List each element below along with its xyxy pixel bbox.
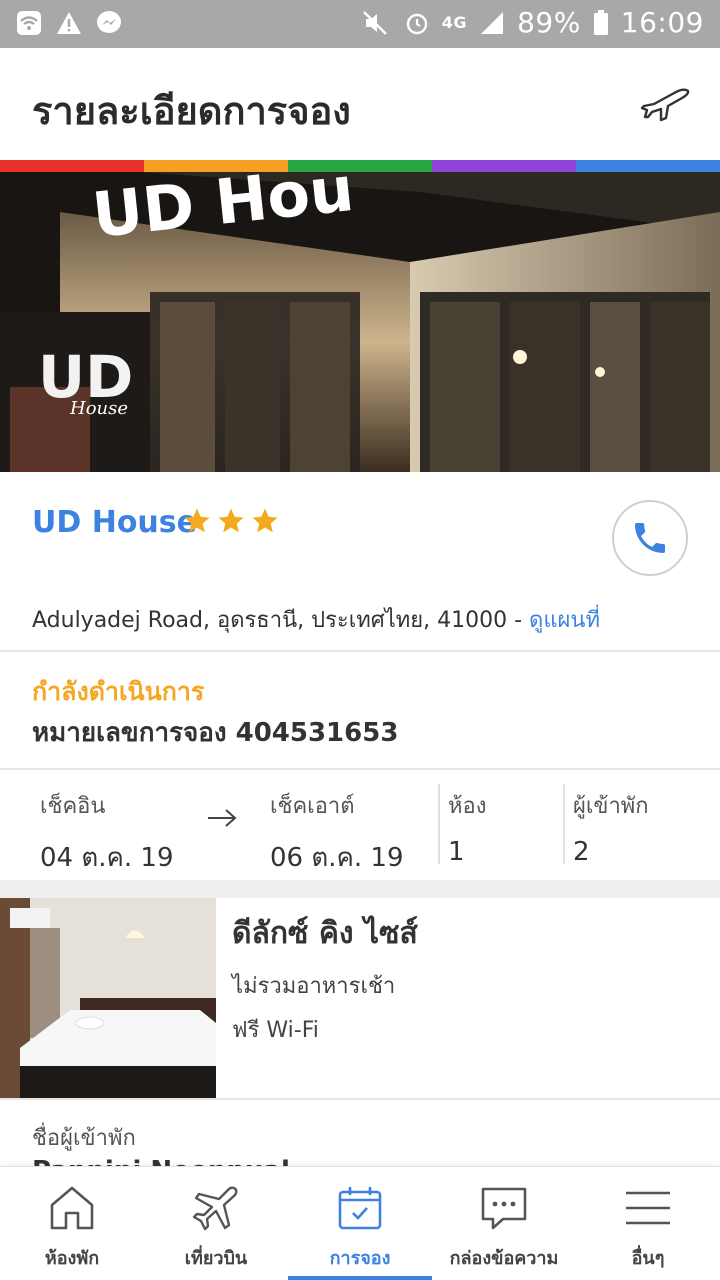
- nav-item-more[interactable]: อื่นๆ: [576, 1167, 720, 1280]
- menu-icon: [626, 1191, 670, 1225]
- signal-icon: [481, 11, 504, 34]
- app-header: รายละเอียดการจอง: [0, 48, 720, 160]
- nav-label: เที่ยวบิน: [184, 1248, 248, 1269]
- status-bar: 4G 89% 16:09: [0, 0, 720, 48]
- booking-status: กำลังดำเนินการ: [32, 677, 205, 706]
- divider: [0, 650, 720, 652]
- room-feature: ไม่รวมอาหารเช้า: [232, 974, 396, 999]
- rooms-count: 1: [448, 837, 465, 867]
- clock: 16:09: [620, 6, 704, 39]
- room-type: ดีลักซ์ คิง ไซส์: [232, 916, 418, 951]
- nav-item-inbox[interactable]: กล่องข้อความ: [432, 1167, 576, 1280]
- mute-icon: [362, 10, 387, 35]
- accent-stripe: [0, 160, 720, 172]
- star-icon: [252, 508, 278, 533]
- nav-label: ห้องพัก: [44, 1248, 100, 1269]
- hotel-name[interactable]: UD House: [32, 505, 197, 540]
- checkin-date: 04 ต.ค. 19: [40, 843, 174, 873]
- room-photo[interactable]: [0, 898, 216, 1098]
- hotel-address: Adulyadej Road, อุดรธานี, ประเทศไทย, 410…: [32, 602, 600, 637]
- checkin-label: เช็คอิน: [40, 794, 106, 819]
- calendar-check-icon: [338, 1187, 382, 1230]
- star-icon: [184, 508, 210, 533]
- address-text: Adulyadej Road, อุดรธานี, ประเทศไทย, 410…: [32, 608, 530, 633]
- checkout-block: เช็คเอาต์ 06 ต.ค. 19: [270, 788, 404, 878]
- star-rating: [182, 506, 280, 536]
- checkout-date: 06 ต.ค. 19: [270, 843, 404, 873]
- divider: [0, 1098, 720, 1100]
- rooms-block: ห้อง 1: [448, 788, 486, 867]
- network-type: 4G: [441, 13, 468, 32]
- room-feature: ฟรี Wi-Fi: [232, 1018, 319, 1043]
- home-icon: [50, 1186, 94, 1230]
- stay-summary: เช็คอิน 04 ต.ค. 19 เช็คเอาต์ 06 ต.ค. 19 …: [0, 770, 720, 880]
- nav-label: การจอง: [329, 1248, 391, 1269]
- call-hotel-button[interactable]: [612, 500, 688, 576]
- battery-icon: [593, 9, 608, 35]
- active-tab-indicator: [288, 1276, 432, 1280]
- booking-number: หมายเลขการจอง 404531653: [32, 718, 399, 748]
- flight-plane-icon[interactable]: [640, 84, 692, 124]
- arrow-right-icon: [208, 809, 237, 827]
- alarm-icon: [406, 13, 427, 34]
- checkin-block: เช็คอิน 04 ต.ค. 19: [40, 788, 174, 878]
- nav-item-rooms[interactable]: ห้องพัก: [0, 1167, 144, 1280]
- guests-label: ผู้เข้าพัก: [573, 794, 649, 819]
- divider: [438, 784, 440, 864]
- wifi-icon: [17, 11, 41, 35]
- divider: [563, 784, 565, 864]
- star-icon: [218, 508, 244, 533]
- bottom-navigation: ห้องพัก เที่ยวบิน การจอง กล่องข้อความ อื…: [0, 1166, 720, 1280]
- guest-name-label: ชื่อผู้เข้าพัก: [32, 1126, 136, 1151]
- rooms-label: ห้อง: [448, 794, 487, 819]
- nav-label: อื่นๆ: [631, 1248, 665, 1269]
- nav-item-flights[interactable]: เที่ยวบิน: [144, 1167, 288, 1280]
- chat-icon: [481, 1187, 527, 1230]
- hotel-photo[interactable]: UD Hou UD House: [0, 172, 720, 472]
- battery-percent: 89%: [517, 6, 581, 39]
- guests-count: 2: [573, 837, 590, 867]
- plane-icon: [192, 1186, 238, 1231]
- section-separator: [0, 880, 720, 898]
- page-title: รายละเอียดการจอง: [32, 89, 351, 133]
- warning-icon: [57, 12, 81, 34]
- nav-label: กล่องข้อความ: [449, 1248, 559, 1269]
- guests-block: ผู้เข้าพัก 2: [573, 788, 649, 867]
- svg-text:House: House: [69, 398, 128, 419]
- phone-icon: [635, 523, 665, 553]
- checkout-label: เช็คเอาต์: [270, 794, 355, 819]
- nav-item-bookings[interactable]: การจอง: [288, 1167, 432, 1280]
- messenger-icon: [97, 11, 121, 33]
- view-map-link[interactable]: ดูแผนที่: [529, 608, 600, 633]
